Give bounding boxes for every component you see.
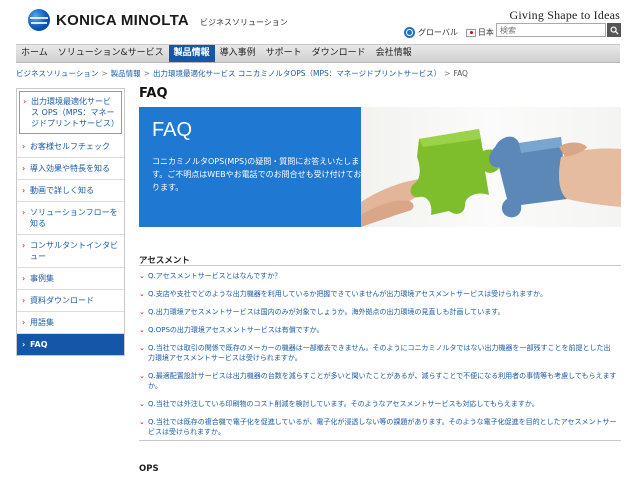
konica-minolta-logo[interactable]: KONICA MINOLTA	[28, 9, 189, 31]
section-title-ops: OPS	[139, 464, 159, 474]
chevron-down-icon: ⌄	[139, 326, 145, 334]
tagline: Giving Shape to Ideas	[509, 8, 620, 22]
chevron-right-icon: ›	[22, 208, 26, 217]
breadcrumb-separator: >	[143, 69, 150, 78]
chevron-down-icon: ⌄	[139, 372, 145, 380]
sidebar-item-label: 出力環境最適化サービス OPS（MPS：マネージドプリントサービス）	[31, 97, 119, 128]
breadcrumb-products[interactable]: 製品情報	[111, 69, 141, 78]
sidebar-item-label: FAQ	[30, 340, 48, 349]
faq-question-text: Q.支店や支社でどのような出力機器を利用しているか把握できていませんが出力環境ア…	[148, 290, 548, 298]
faq-question-link[interactable]: ⌄ Q.出力環境アセスメントサービスは国内のみが対象でしょうか。海外拠点の出力環境…	[139, 307, 617, 317]
chevron-down-icon: ⌄	[139, 418, 145, 426]
breadcrumb-ops[interactable]: 出力環境最適化サービス コニカミノルタOPS（MPS：マネージドプリントサービス…	[153, 69, 441, 78]
sidebar-item-downloads[interactable]: › 資料ダウンロード	[17, 290, 124, 312]
nav-solutions[interactable]: ソリューション&サービス	[53, 45, 169, 62]
chevron-right-icon: ›	[22, 318, 26, 327]
breadcrumb-current: FAQ	[453, 69, 468, 78]
nav-company[interactable]: 会社情報	[371, 45, 417, 62]
sidebar-item-faq[interactable]: › FAQ	[17, 334, 124, 355]
faq-question-text: Q.当社では既存の複合機で電子化を促進しているが、電子化が浸透しない等の課題があ…	[148, 418, 617, 436]
logo-globe-icon	[28, 9, 50, 31]
faq-question-link[interactable]: ⌄ Q.OPSの出力環境アセスメントサービスは有償ですか。	[139, 325, 617, 335]
sidebar-item-case-studies[interactable]: › 事例集	[17, 268, 124, 290]
japan-flag-icon	[465, 28, 476, 37]
sidebar-item-label: 資料ダウンロード	[30, 296, 94, 305]
chevron-down-icon: ⌄	[139, 272, 145, 280]
logo-text: KONICA MINOLTA	[56, 11, 190, 29]
global-link[interactable]: グローバル	[418, 27, 458, 38]
chevron-right-icon: ›	[22, 340, 26, 349]
faq-question-link[interactable]: ⌄ Q.最適配置設計サービスは出力機器の台数を減らすことが多いと聞いたことがあるが…	[139, 371, 617, 391]
site-subtitle: ビジネスソリューション	[200, 18, 288, 27]
faq-question-link[interactable]: ⌄ Q.当社では取引の関係で既存のメーカーの機器は一部撤去できません。そのようにコ…	[139, 343, 617, 363]
chevron-right-icon: ›	[22, 142, 26, 151]
faq-question-text: Q.最適配置設計サービスは出力機器の台数を減らすことが多いと聞いたことがあるが、…	[148, 372, 617, 390]
page-title: FAQ	[139, 86, 168, 101]
hero-description: コニカミノルタOPS(MPS)の疑問・質問にお答えいたします。ご不明点はWEBや…	[152, 157, 362, 192]
search-icon	[609, 25, 619, 35]
faq-question-link[interactable]: ⌄ Q.当社では外注している印刷物のコスト削減を検討しています。そのようなアセスメ…	[139, 399, 617, 409]
faq-question-link[interactable]: ⌄ Q.当社では既存の複合機で電子化を促進しているが、電子化が浸透しない等の課題が…	[139, 417, 617, 437]
breadcrumb-separator: >	[101, 69, 108, 78]
section-divider	[139, 265, 621, 266]
puzzle-image	[361, 107, 621, 227]
chevron-down-icon: ⌄	[139, 400, 145, 408]
chevron-down-icon: ⌄	[139, 344, 145, 352]
globe-icon	[404, 27, 415, 38]
nav-support[interactable]: サポート	[261, 45, 307, 62]
hero-title: FAQ	[152, 119, 193, 141]
faq-question-text: Q.当社では外注している印刷物のコスト削減を検討しています。そのようなアセスメン…	[148, 400, 539, 408]
sidebar-item-interview[interactable]: › コンサルタントインタビュー	[17, 235, 124, 268]
hero-text-panel: FAQ コニカミノルタOPS(MPS)の疑問・質問にお答えいたします。ご不明点は…	[139, 107, 361, 227]
sidebar-item-label: 動画で詳しく知る	[30, 186, 94, 195]
sidebar-item-solution-flow[interactable]: › ソリューションフローを知る	[17, 202, 124, 235]
faq-question-text: Q.アセスメントサービスとはなんですか？	[148, 272, 282, 280]
breadcrumb: ビジネスソリューション > 製品情報 > 出力環境最適化サービス コニカミノルタOPS（…	[16, 68, 468, 79]
chevron-right-icon: ›	[22, 274, 26, 283]
nav-home[interactable]: ホーム	[16, 45, 53, 62]
site-header: KONICA MINOLTA ビジネスソリューション Giving Shape …	[0, 0, 636, 44]
nav-download[interactable]: ダウンロード	[307, 45, 371, 62]
sidebar-item-glossary[interactable]: › 用語集	[17, 312, 124, 334]
faq-question-link[interactable]: ⌄ Q.支店や支社でどのような出力機器を利用しているか把握できていませんが出力環境…	[139, 289, 617, 299]
sidebar-item-label: 導入効果や特長を知る	[30, 164, 110, 173]
nav-case-studies[interactable]: 導入事例	[215, 45, 261, 62]
chevron-down-icon: ⌄	[139, 290, 145, 298]
chevron-right-icon: ›	[22, 186, 26, 195]
hero-banner: FAQ コニカミノルタOPS(MPS)の疑問・質問にお答えいたします。ご不明点は…	[139, 107, 621, 227]
sidebar-item-effects[interactable]: › 導入効果や特長を知る	[17, 158, 124, 180]
faq-question-text: Q.出力環境アセスメントサービスは国内のみが対象でしょうか。海外拠点の出力環境の…	[148, 308, 505, 316]
japan-link[interactable]: 日本	[478, 27, 494, 38]
global-nav: ホーム ソリューション&サービス 製品情報 導入事例 サポート ダウンロード 会…	[16, 44, 620, 63]
sidebar-item-label: 事例集	[30, 274, 54, 283]
sidebar-nav: › 出力環境最適化サービス OPS（MPS：マネージドプリントサービス） › お客様…	[16, 88, 125, 356]
search-button[interactable]	[607, 23, 621, 37]
nav-products[interactable]: 製品情報	[168, 45, 215, 62]
chevron-right-icon: ›	[22, 241, 26, 250]
puzzle-pieces-illustration	[361, 129, 621, 227]
chevron-right-icon: ›	[22, 296, 26, 305]
sidebar-item-ops-top[interactable]: › 出力環境最適化サービス OPS（MPS：マネージドプリントサービス）	[19, 91, 122, 134]
faq-question-link[interactable]: ⌄ Q.アセスメントサービスとはなんですか？	[139, 271, 617, 281]
faq-question-text: Q.OPSの出力環境アセスメントサービスは有償ですか。	[148, 326, 324, 334]
sidebar-item-label: ソリューションフローを知る	[30, 208, 118, 228]
sidebar-item-label: 用語集	[30, 318, 54, 327]
language-links: グローバル 日本	[404, 27, 494, 38]
sidebar-item-video[interactable]: › 動画で詳しく知る	[17, 180, 124, 202]
breadcrumb-separator: >	[444, 69, 451, 78]
search-input[interactable]	[496, 23, 606, 37]
section-divider	[139, 440, 621, 441]
chevron-right-icon: ›	[22, 164, 26, 173]
sidebar-item-label: コンサルタントインタビュー	[30, 241, 118, 261]
chevron-right-icon: ›	[23, 97, 27, 106]
sidebar-item-label: お客様セルフチェック	[30, 142, 110, 151]
breadcrumb-business-solution[interactable]: ビジネスソリューション	[16, 69, 98, 78]
sidebar-item-self-check[interactable]: › お客様セルフチェック	[17, 136, 124, 158]
faq-question-text: Q.当社では取引の関係で既存のメーカーの機器は一部撤去できません。そのようにコニ…	[148, 344, 611, 362]
faq-list: ⌄ Q.アセスメントサービスとはなんですか？ ⌄ Q.支店や支社でどのような出力機器…	[139, 271, 617, 445]
chevron-down-icon: ⌄	[139, 308, 145, 316]
